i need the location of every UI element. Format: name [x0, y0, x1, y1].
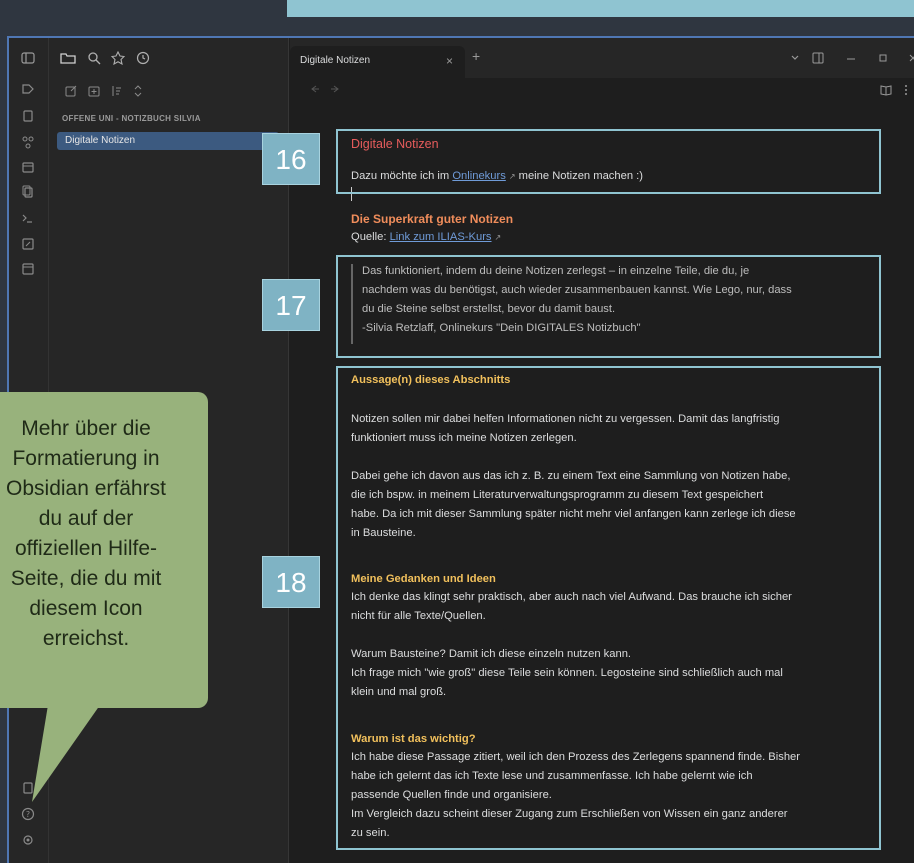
chevron-down-icon[interactable] [790, 52, 800, 66]
source-line[interactable]: Quelle: Link zum ILIAS-Kurs ↗ [351, 228, 501, 247]
minimize-icon[interactable] [846, 52, 856, 66]
heading-superkraft[interactable]: Die Superkraft guter Notizen [351, 210, 513, 228]
new-tab-icon[interactable]: + [472, 48, 480, 64]
badge-17: 17 [262, 279, 320, 331]
callout-line: Formatierung in [12, 447, 160, 470]
close-tab-icon[interactable]: × [446, 46, 453, 76]
close-window-icon[interactable] [908, 52, 914, 66]
annotation-box-16 [336, 129, 881, 194]
collapse-icon[interactable] [129, 84, 147, 102]
clock-icon[interactable] [134, 51, 152, 69]
badge-18: 18 [262, 556, 320, 608]
forward-arrow-icon[interactable] [330, 84, 340, 97]
split-view-icon[interactable] [812, 52, 824, 67]
badge-16: 16 [262, 133, 320, 185]
reading-view-icon[interactable] [880, 84, 892, 99]
maximize-icon[interactable] [878, 52, 888, 66]
annotation-box-17 [336, 255, 881, 358]
external-link-icon: ↗ [494, 233, 502, 242]
ilias-link[interactable]: Link zum ILIAS-Kurs [390, 231, 492, 243]
slide-banner [287, 0, 914, 17]
callout-line: diesem Icon [29, 597, 143, 620]
callout-line: Mehr über die [21, 417, 151, 440]
tab-digitale-notizen[interactable]: Digitale Notizen × [290, 46, 465, 78]
callout-text: Mehr über die Formatierung in Obsidian e… [0, 414, 184, 654]
callout-line: Seite, die du mit [10, 567, 162, 590]
source-label: Quelle: [351, 231, 390, 243]
callout-line: erreichst. [42, 627, 130, 650]
callout-line: du auf der [38, 507, 134, 530]
help-callout: Mehr über die Formatierung in Obsidian e… [0, 392, 208, 708]
tab-bar: Digitale Notizen × + [290, 38, 914, 78]
callout-line: Obsidian erfährst [6, 477, 166, 500]
back-arrow-icon[interactable] [310, 84, 320, 97]
callout-line: offiziellen Hilfe- [14, 537, 157, 560]
more-options-icon[interactable] [904, 84, 908, 99]
annotation-box-18 [336, 366, 881, 850]
tab-title: Digitale Notizen [300, 55, 371, 66]
